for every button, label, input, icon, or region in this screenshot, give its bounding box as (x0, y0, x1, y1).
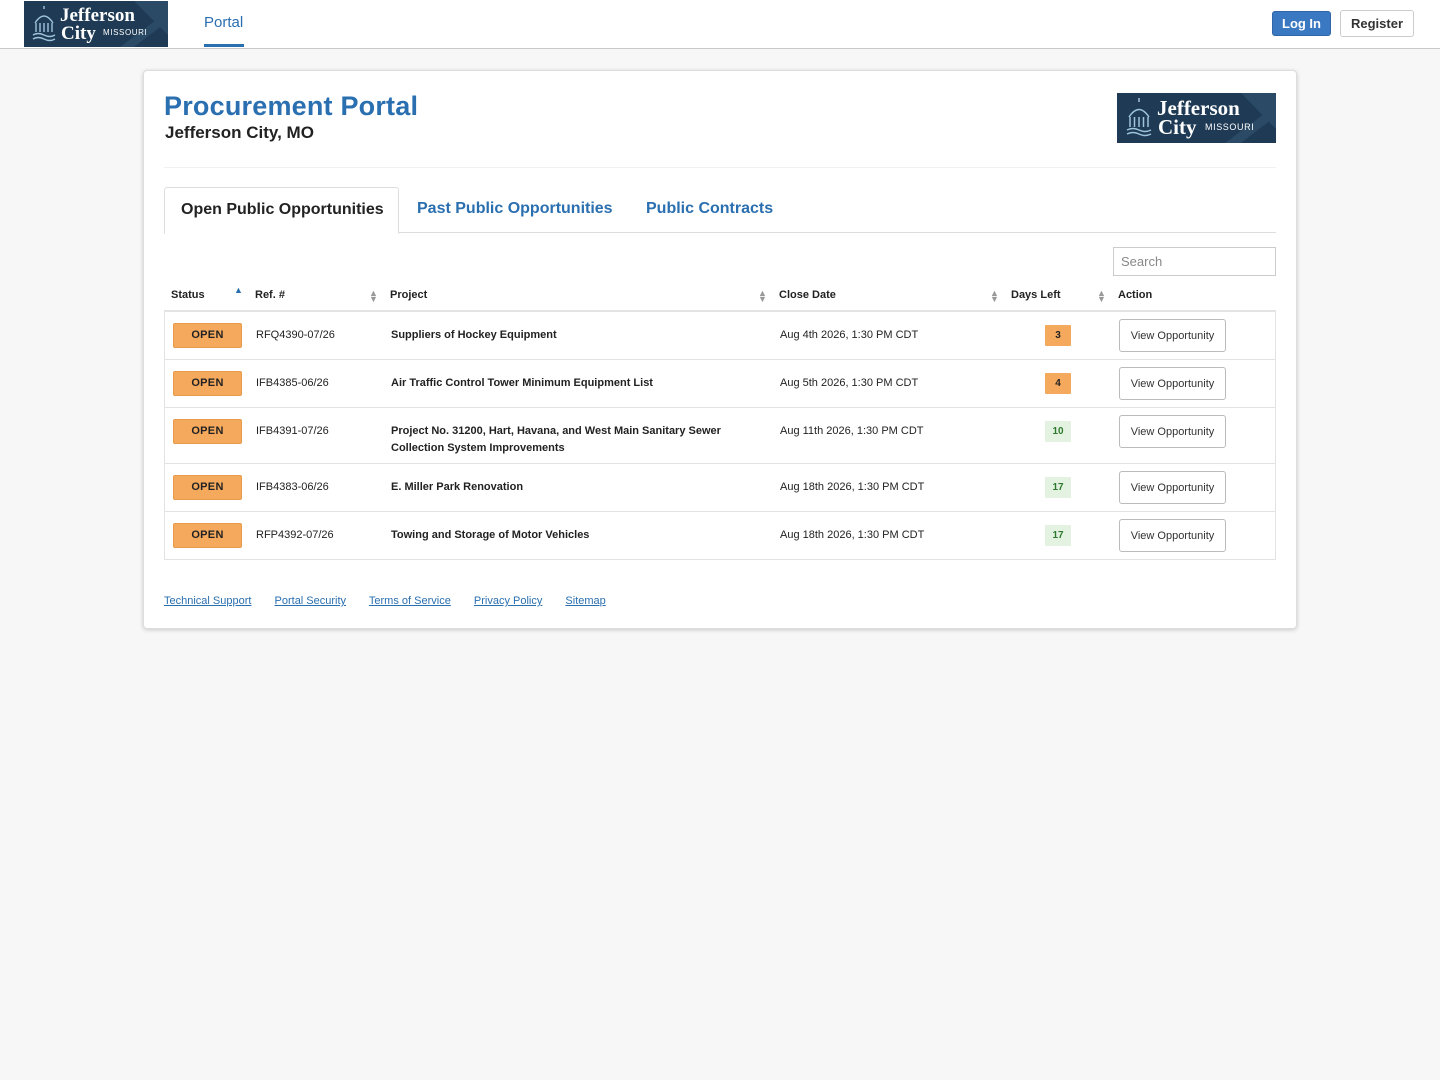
project-name: Project No. 31200, Hart, Havana, and Wes… (391, 425, 721, 454)
login-button[interactable]: Log In (1272, 11, 1331, 36)
status-badge: OPEN (173, 475, 242, 500)
tab-public-contracts[interactable]: Public Contracts (646, 187, 773, 233)
project-name: Suppliers of Hockey Equipment (391, 329, 557, 341)
footer-link-privacy-policy[interactable]: Privacy Policy (474, 595, 542, 607)
project-name: Air Traffic Control Tower Minimum Equipm… (391, 377, 653, 389)
view-opportunity-button[interactable]: View Opportunity (1119, 519, 1226, 552)
footer-links: Technical Support Portal Security Terms … (164, 595, 626, 607)
days-left-badge: 17 (1045, 525, 1071, 546)
close-date: Aug 18th 2026, 1:30 PM CDT (780, 529, 925, 541)
svg-text:MISSOURI: MISSOURI (103, 28, 147, 37)
svg-text:MISSOURI: MISSOURI (1205, 122, 1254, 132)
opportunities-table-body: OPEN RFQ4390-07/26 Suppliers of Hockey E… (164, 312, 1276, 560)
page-subtitle: Jefferson City, MO (165, 123, 314, 142)
jefferson-city-logo[interactable]: Jefferson City MISSOURI (24, 1, 168, 47)
close-date: Aug 11th 2026, 1:30 PM CDT (780, 425, 924, 437)
days-left-badge: 3 (1045, 325, 1071, 346)
col-status[interactable]: Status (171, 281, 205, 310)
view-opportunity-button[interactable]: View Opportunity (1119, 471, 1226, 504)
footer-link-terms-of-service[interactable]: Terms of Service (369, 595, 451, 607)
status-badge: OPEN (173, 419, 242, 444)
ref-number: RFP4392-07/26 (256, 529, 334, 541)
close-date: Aug 18th 2026, 1:30 PM CDT (780, 481, 925, 493)
status-badge: OPEN (173, 523, 242, 548)
page-title: Procurement Portal (164, 91, 419, 121)
days-left-badge: 17 (1045, 477, 1071, 498)
table-row: OPEN RFQ4390-07/26 Suppliers of Hockey E… (165, 312, 1275, 360)
search-input[interactable] (1113, 247, 1276, 276)
table-row: OPEN RFP4392-07/26 Towing and Storage of… (165, 512, 1275, 560)
table-row: OPEN IFB4391-07/26 Project No. 31200, Ha… (165, 408, 1275, 464)
nav-portal-link[interactable]: Portal (204, 0, 243, 48)
project-name: Towing and Storage of Motor Vehicles (391, 529, 590, 541)
days-left-badge: 4 (1045, 373, 1071, 394)
svg-text:City: City (1158, 115, 1197, 139)
footer-link-technical-support[interactable]: Technical Support (164, 595, 251, 607)
view-opportunity-button[interactable]: View Opportunity (1119, 415, 1226, 448)
table-row: OPEN IFB4383-06/26 E. Miller Park Renova… (165, 464, 1275, 512)
project-name: E. Miller Park Renovation (391, 481, 524, 493)
header-divider (164, 167, 1276, 168)
tab-open-opportunities[interactable]: Open Public Opportunities (164, 187, 399, 234)
svg-text:City: City (61, 23, 96, 44)
sort-icon[interactable]: ▲ ▼ (758, 281, 767, 310)
tab-past-opportunities[interactable]: Past Public Opportunities (417, 187, 613, 233)
opportunity-tabs: Open Public Opportunities Past Public Op… (164, 187, 1276, 234)
sort-icon[interactable]: ▲ ▼ (369, 281, 378, 310)
col-days-left[interactable]: Days Left (1011, 281, 1061, 310)
table-row: OPEN IFB4385-06/26 Air Traffic Control T… (165, 360, 1275, 408)
footer-link-portal-security[interactable]: Portal Security (275, 595, 347, 607)
ref-number: IFB4383-06/26 (256, 481, 329, 493)
register-button[interactable]: Register (1340, 10, 1414, 37)
portal-card: Procurement Portal Jefferson City, MO Je… (143, 70, 1297, 629)
col-close-date[interactable]: Close Date (779, 281, 836, 310)
nav-active-indicator (204, 44, 244, 47)
col-project[interactable]: Project (390, 281, 427, 310)
view-opportunity-button[interactable]: View Opportunity (1119, 319, 1226, 352)
jefferson-city-logo-large: Jefferson City MISSOURI (1117, 93, 1276, 143)
sort-asc-icon[interactable]: ▲ (234, 276, 243, 305)
top-nav-bar: Jefferson City MISSOURI Portal Log In Re… (0, 0, 1440, 49)
sort-icon[interactable]: ▲ ▼ (1097, 281, 1106, 310)
ref-number: RFQ4390-07/26 (256, 329, 335, 341)
view-opportunity-button[interactable]: View Opportunity (1119, 367, 1226, 400)
table-header: Status ▲ Ref. # ▲ ▼ Project ▲ ▼ Close Date… (164, 281, 1276, 312)
col-action: Action (1118, 289, 1153, 301)
col-ref[interactable]: Ref. # (255, 281, 285, 310)
sort-icon[interactable]: ▲ ▼ (990, 281, 999, 310)
close-date: Aug 4th 2026, 1:30 PM CDT (780, 329, 919, 341)
status-badge: OPEN (173, 371, 242, 396)
close-date: Aug 5th 2026, 1:30 PM CDT (780, 377, 919, 389)
status-badge: OPEN (173, 323, 242, 348)
ref-number: IFB4385-06/26 (256, 377, 329, 389)
days-left-badge: 10 (1045, 421, 1071, 442)
ref-number: IFB4391-07/26 (256, 425, 329, 437)
footer-link-sitemap[interactable]: Sitemap (565, 595, 605, 607)
